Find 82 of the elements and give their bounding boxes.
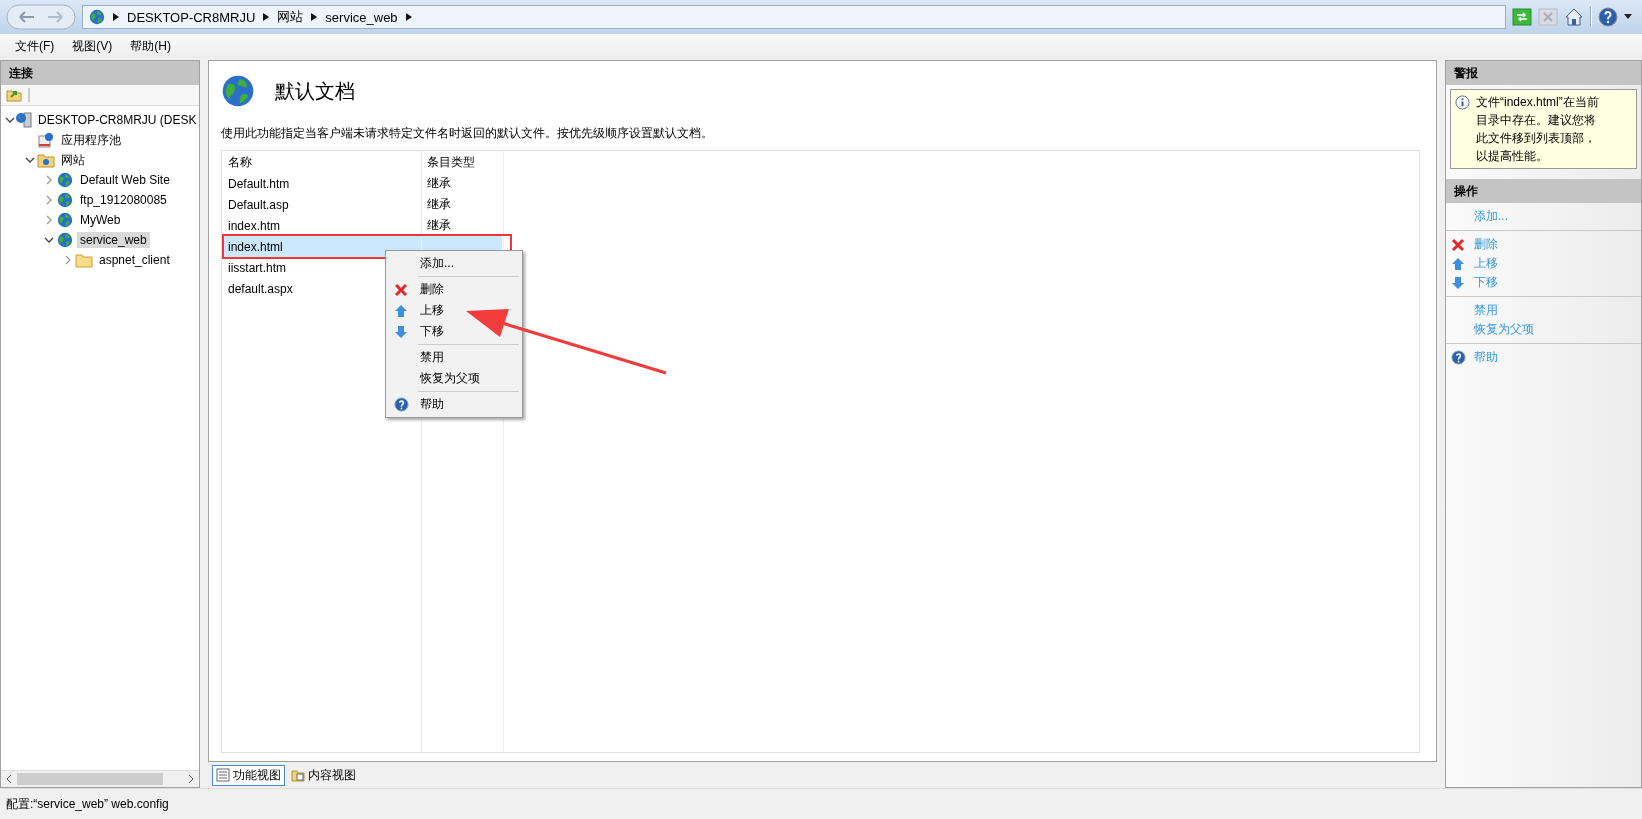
- page-title: 默认文档: [275, 78, 355, 104]
- breadcrumb[interactable]: 网站: [277, 8, 304, 26]
- stop-icon: [1538, 8, 1558, 26]
- description-text: 使用此功能指定当客户端未请求特定文件名时返回的默认文件。按优先级顺序设置默认文档。: [221, 125, 714, 142]
- menu-item[interactable]: 删除: [416, 281, 444, 298]
- breadcrumb[interactable]: service_web: [325, 9, 398, 25]
- globe-icon: [89, 9, 105, 25]
- content-view-icon: [291, 768, 305, 782]
- tree-item[interactable]: service_web: [77, 232, 150, 248]
- menu-item[interactable]: 文件(F): [6, 35, 64, 57]
- panel-header: 连接: [1, 61, 199, 85]
- expand-chevron-icon[interactable]: [64, 255, 72, 265]
- menu-item[interactable]: 视图(V): [63, 35, 122, 57]
- folder-icon: [37, 152, 55, 168]
- connect-icon[interactable]: [6, 88, 22, 102]
- menu-item[interactable]: 下移: [416, 323, 444, 340]
- panel-header: 操作: [1446, 179, 1641, 203]
- status-text: 配置:“service_web” web.config: [6, 795, 169, 813]
- globe-icon: [57, 172, 73, 188]
- address-bar[interactable]: DESKTOP-CR8MRJU 网站 service_web: [82, 5, 1506, 29]
- alert-message: 文件“index.html”在当前目录中存在。建议您将此文件移到列表顶部，以提高性能。: [1476, 94, 1600, 165]
- down-arrow-icon: [1451, 275, 1465, 290]
- menu-item[interactable]: 帮助(H): [121, 35, 180, 57]
- tree-item[interactable]: MyWeb: [77, 212, 124, 228]
- table-cell: 继承: [427, 217, 451, 234]
- menu-item[interactable]: 恢复为父项: [416, 370, 480, 387]
- list-row[interactable]: Default.asp 继承: [222, 194, 502, 215]
- breadcrumb[interactable]: DESKTOP-CR8MRJU: [127, 9, 256, 25]
- delete-icon: [1451, 237, 1465, 252]
- delete-icon: [394, 282, 408, 297]
- tree-item[interactable]: 网站: [58, 150, 88, 170]
- tree-item[interactable]: aspnet_client: [96, 252, 173, 268]
- globe-icon: [57, 212, 73, 228]
- expand-chevron-icon[interactable]: [45, 195, 53, 205]
- tree-item[interactable]: Default Web Site: [77, 172, 173, 188]
- up-arrow-icon: [394, 303, 408, 318]
- view-tab[interactable]: 内容视图: [287, 764, 360, 786]
- table-cell: index.htm: [228, 218, 281, 233]
- home-icon[interactable]: [1564, 7, 1584, 27]
- help-icon[interactable]: [1598, 7, 1618, 27]
- collapse-chevron-icon[interactable]: [5, 116, 15, 124]
- help-icon: [1450, 350, 1466, 365]
- globe-icon: [221, 74, 255, 108]
- globe-icon: [57, 192, 73, 208]
- view-tab[interactable]: 功能视图: [212, 764, 285, 786]
- list-row[interactable]: Default.htm 继承: [222, 173, 502, 194]
- dropdown-caret-icon[interactable]: [1624, 14, 1632, 20]
- table-cell: index.html: [228, 239, 283, 254]
- column-header[interactable]: 条目类型: [427, 153, 475, 171]
- expand-chevron-icon[interactable]: [45, 175, 53, 185]
- horizontal-scrollbar[interactable]: [1, 770, 199, 787]
- breadcrumb-arrow-icon: [405, 13, 412, 21]
- breadcrumb-arrow-icon: [311, 13, 318, 21]
- table-cell: Default.htm: [228, 176, 290, 191]
- tree-item[interactable]: DESKTOP-CR8MRJU (DESK: [35, 112, 199, 128]
- folder-icon: [75, 252, 93, 268]
- up-arrow-icon: [1451, 256, 1465, 271]
- help-icon: [393, 397, 409, 412]
- info-icon: [1455, 95, 1470, 111]
- table-cell: 继承: [427, 175, 451, 192]
- menu-item[interactable]: 添加...: [416, 255, 454, 272]
- table-cell: Default.asp: [228, 197, 289, 212]
- table-cell: 继承: [427, 196, 451, 213]
- list-row[interactable]: index.htm 继承: [222, 215, 502, 236]
- server-icon: [15, 112, 33, 128]
- app-pool-icon: [37, 132, 55, 148]
- breadcrumb-arrow-icon: [263, 13, 270, 21]
- menu-item[interactable]: 禁用: [416, 349, 444, 366]
- feature-view-icon: [216, 768, 230, 782]
- menu-item[interactable]: 上移: [416, 302, 444, 319]
- tree-item[interactable]: ftp_1912080085: [77, 192, 170, 208]
- panel-header: 警报: [1446, 61, 1641, 85]
- tree-item[interactable]: 应用程序池: [58, 130, 124, 150]
- column-header[interactable]: 名称: [228, 153, 252, 171]
- breadcrumb-arrow-icon: [113, 13, 119, 21]
- collapse-chevron-icon[interactable]: [44, 236, 54, 244]
- expand-chevron-icon[interactable]: [45, 215, 53, 225]
- globe-icon: [57, 232, 73, 248]
- menu-item[interactable]: 帮助: [416, 396, 444, 413]
- collapse-chevron-icon[interactable]: [25, 156, 35, 164]
- refresh-icon[interactable]: [1512, 8, 1532, 26]
- down-arrow-icon: [394, 324, 408, 339]
